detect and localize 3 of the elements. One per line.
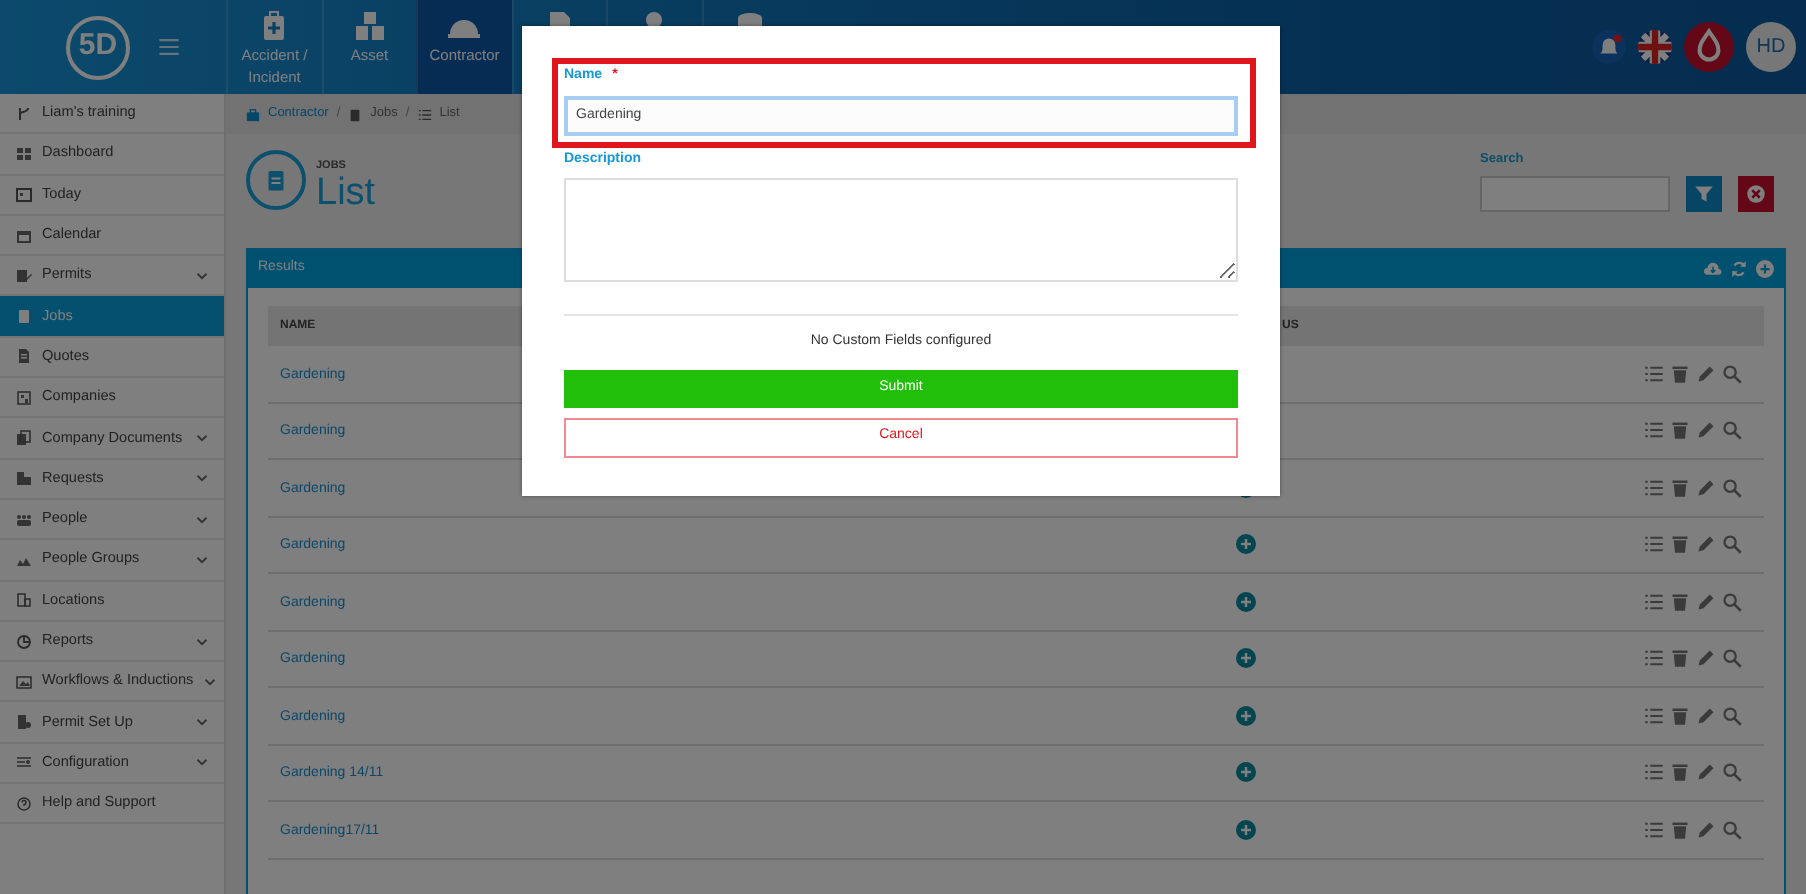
page-title: List bbox=[316, 174, 376, 213]
avatar[interactable]: HD bbox=[1746, 22, 1796, 72]
logo[interactable]: 5D bbox=[66, 15, 130, 79]
